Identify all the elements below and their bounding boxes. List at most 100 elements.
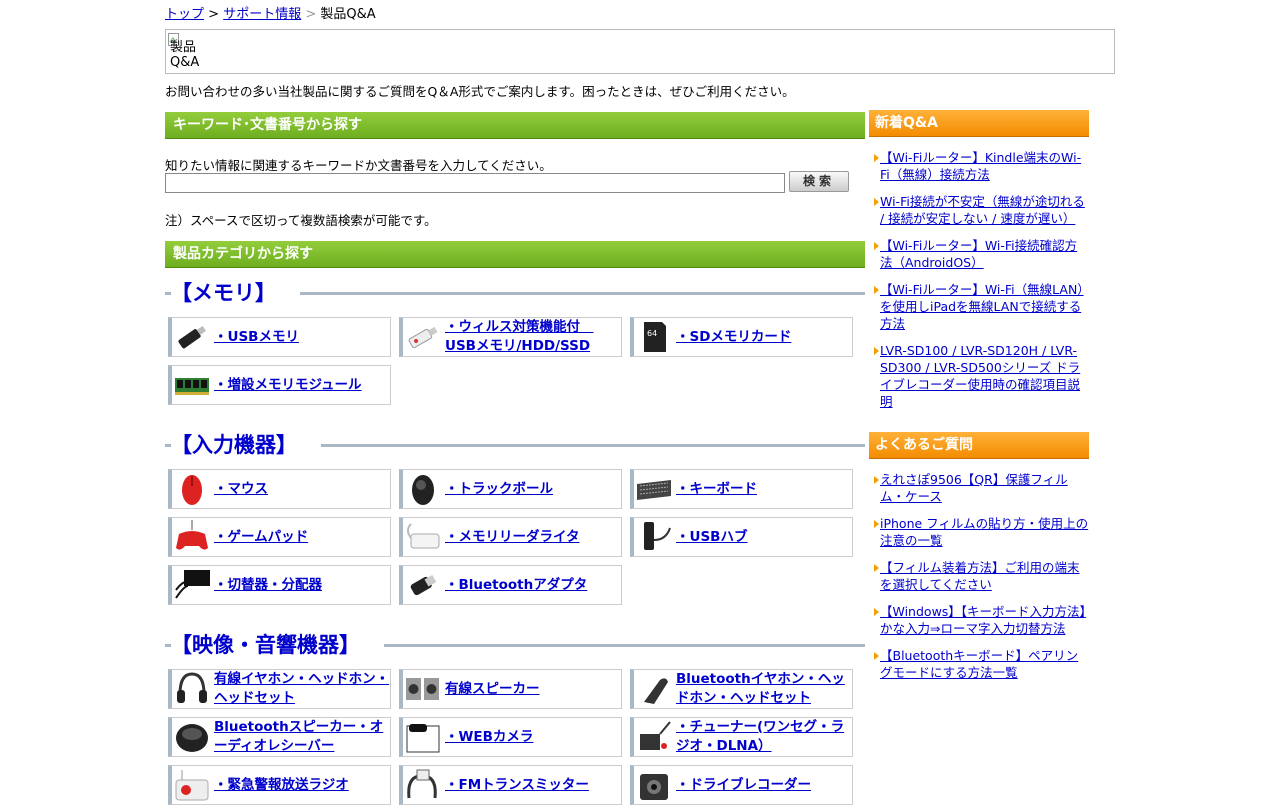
intro-text: お問い合わせの多い当社製品に関するご質問をQ＆A形式でご案内します。困ったときは…: [165, 84, 795, 99]
switcher-icon: [174, 568, 210, 602]
usb-memory-icon: [174, 320, 210, 354]
section-av-devices: 【映像・音響機器】: [165, 630, 865, 660]
new-qa-link[interactable]: Wi-Fi接続が不安定（無線が途切れる / 接続が安定しない / 速度が遅い）: [880, 194, 1085, 226]
page-banner: 製品Q&A: [165, 29, 1115, 74]
category-link[interactable]: ・ドライブレコーダー: [676, 776, 811, 795]
dashcam-icon: [636, 768, 672, 802]
category-link[interactable]: ・Bluetoothアダプタ: [445, 576, 587, 595]
speaker-icon: [405, 672, 441, 706]
category-link[interactable]: ・チューナー(ワンセグ・ラジオ・DLNA）: [676, 718, 854, 756]
category-link[interactable]: ・SDメモリカード: [676, 328, 791, 347]
faq-heading: よくあるご質問: [869, 432, 1089, 459]
category-bluetooth-speaker[interactable]: Bluetoothスピーカー・オーディオレシーバー: [168, 717, 391, 757]
category-webcam[interactable]: ・WEBカメラ: [399, 717, 622, 757]
search-note: 注）スペースで区切って複数語検索が可能です。: [165, 213, 437, 228]
bluetooth-earphone-icon: [636, 672, 672, 706]
category-wired-headphones[interactable]: 有線イヤホン・ヘッドホン・ヘッドセット: [168, 669, 391, 709]
category-wired-speaker[interactable]: 有線スピーカー: [399, 669, 622, 709]
sidebar: 新着Q&A 【Wi-Fiルーター】Kindle端末のWi-Fi（無線）接続方法 …: [869, 110, 1089, 691]
category-tuner[interactable]: ・チューナー(ワンセグ・ラジオ・DLNA）: [630, 717, 853, 757]
category-fm-transmitter[interactable]: ・FMトランスミッター: [399, 765, 622, 805]
svg-text:64: 64: [647, 329, 657, 338]
category-link[interactable]: ・FMトランスミッター: [445, 776, 589, 795]
list-item: えれさぽ9506【QR】保護フィルム・ケース: [874, 471, 1089, 505]
faq-link[interactable]: 【Bluetoothキーボード】ペアリングモードにする方法一覧: [880, 648, 1078, 680]
tuner-icon: [636, 720, 672, 754]
gamepad-icon: [174, 520, 210, 554]
section-memory: 【メモリ】: [165, 278, 865, 308]
breadcrumb-current: 製品Q&A: [320, 7, 376, 22]
section-title: 【メモリ】: [171, 278, 300, 308]
category-bluetooth-earphone[interactable]: Bluetoothイヤホン・ヘッドホン・ヘッドセット: [630, 669, 853, 709]
mouse-icon: [174, 472, 210, 506]
faq-link[interactable]: 【Windows】【キーボード入力方法】かな入力⇒ローマ字入力切替方法: [880, 604, 1086, 636]
category-mouse[interactable]: ・マウス: [168, 469, 391, 509]
trackball-icon: [405, 472, 441, 506]
category-trackball[interactable]: ・トラックボール: [399, 469, 622, 509]
category-link[interactable]: ・マウス: [214, 480, 268, 499]
category-link[interactable]: ・切替器・分配器: [214, 576, 322, 595]
category-memory-module[interactable]: ・増設メモリモジュール: [168, 365, 391, 405]
category-link[interactable]: ・メモリリーダライタ: [445, 528, 579, 547]
new-qa-heading: 新着Q&A: [869, 110, 1089, 137]
category-link[interactable]: ・USBメモリ: [214, 328, 299, 347]
category-link[interactable]: 有線イヤホン・ヘッドホン・ヘッドセット: [214, 670, 392, 708]
category-emergency-radio[interactable]: ・緊急警報放送ラジオ: [168, 765, 391, 805]
list-item: 【Wi-Fiルーター】Wi-Fi接続確認方法（AndroidOS）: [874, 237, 1089, 271]
faq-link[interactable]: 【フィルム装着方法】ご利用の端末を選択してください: [880, 560, 1080, 592]
new-qa-list: 【Wi-Fiルーター】Kindle端末のWi-Fi（無線）接続方法 Wi-Fi接…: [869, 149, 1089, 410]
headphones-icon: [174, 672, 210, 706]
category-link[interactable]: Bluetoothスピーカー・オーディオレシーバー: [214, 718, 392, 756]
list-item: iPhone フィルムの貼り方・使用上の注意の一覧: [874, 515, 1089, 549]
card-reader-icon: [405, 520, 441, 554]
webcam-icon: [405, 720, 441, 754]
category-gamepad[interactable]: ・ゲームパッド: [168, 517, 391, 557]
category-heading: 製品カテゴリから探す: [165, 241, 865, 268]
category-keyboard[interactable]: ・キーボード: [630, 469, 853, 509]
category-link[interactable]: ・緊急警報放送ラジオ: [214, 776, 349, 795]
keyword-search-input[interactable]: [165, 173, 785, 193]
category-antivirus-usb[interactable]: ・ウィルス対策機能付 USBメモリ/HDD/SSD: [399, 317, 622, 357]
category-link[interactable]: ・増設メモリモジュール: [214, 376, 362, 395]
keyword-search-heading: キーワード･文書番号から探す: [165, 112, 865, 139]
fm-transmitter-icon: [405, 768, 441, 802]
list-item: 【フィルム装着方法】ご利用の端末を選択してください: [874, 559, 1089, 593]
keyboard-icon: [636, 472, 672, 506]
faq-link[interactable]: iPhone フィルムの貼り方・使用上の注意の一覧: [880, 516, 1088, 548]
list-item: Wi-Fi接続が不安定（無線が途切れる / 接続が安定しない / 速度が遅い）: [874, 193, 1089, 227]
new-qa-link[interactable]: LVR-SD100 / LVR-SD120H / LVR-SD300 / LVR…: [880, 343, 1080, 409]
category-link[interactable]: ・USBハブ: [676, 528, 747, 547]
faq-list: えれさぽ9506【QR】保護フィルム・ケース iPhone フィルムの貼り方・使…: [869, 471, 1089, 681]
list-item: 【Wi-Fiルーター】Wi-Fi（無線LAN）を使用しiPadを無線LANで接続…: [874, 281, 1089, 332]
usb-hub-icon: [636, 520, 672, 554]
breadcrumb-support-link[interactable]: サポート情報: [223, 7, 301, 22]
category-usb-memory[interactable]: ・USBメモリ: [168, 317, 391, 357]
category-usb-hub[interactable]: ・USBハブ: [630, 517, 853, 557]
category-dashcam[interactable]: ・ドライブレコーダー: [630, 765, 853, 805]
category-link[interactable]: 有線スピーカー: [445, 680, 540, 699]
category-bluetooth-adapter[interactable]: ・Bluetoothアダプタ: [399, 565, 622, 605]
section-title: 【映像・音響機器】: [171, 630, 384, 660]
category-link[interactable]: ・キーボード: [676, 480, 757, 499]
banner-broken-image: 製品Q&A: [168, 33, 199, 70]
category-card-reader[interactable]: ・メモリリーダライタ: [399, 517, 622, 557]
category-link[interactable]: Bluetoothイヤホン・ヘッドホン・ヘッドセット: [676, 670, 854, 708]
breadcrumb-separator: >: [208, 7, 220, 22]
new-qa-link[interactable]: 【Wi-Fiルーター】Wi-Fi（無線LAN）を使用しiPadを無線LANで接続…: [880, 282, 1084, 331]
category-link[interactable]: ・ウィルス対策機能付 USBメモリ/HDD/SSD: [445, 318, 623, 356]
new-qa-link[interactable]: 【Wi-Fiルーター】Kindle端末のWi-Fi（無線）接続方法: [880, 150, 1081, 182]
search-button[interactable]: 検索: [789, 171, 849, 192]
faq-link[interactable]: えれさぽ9506【QR】保護フィルム・ケース: [880, 472, 1068, 504]
category-link[interactable]: ・WEBカメラ: [445, 728, 533, 747]
breadcrumb: トップ > サポート情報 > 製品Q&A: [165, 7, 376, 23]
radio-icon: [174, 768, 210, 802]
category-link[interactable]: ・トラックボール: [445, 480, 553, 499]
list-item: 【Bluetoothキーボード】ペアリングモードにする方法一覧: [874, 647, 1089, 681]
category-switcher[interactable]: ・切替器・分配器: [168, 565, 391, 605]
section-title: 【入力機器】: [171, 430, 321, 460]
category-link[interactable]: ・ゲームパッド: [214, 528, 308, 547]
breadcrumb-top-link[interactable]: トップ: [165, 7, 204, 22]
bluetooth-adapter-icon: [405, 568, 441, 602]
new-qa-link[interactable]: 【Wi-Fiルーター】Wi-Fi接続確認方法（AndroidOS）: [880, 238, 1077, 270]
category-sd-card[interactable]: 64 ・SDメモリカード: [630, 317, 853, 357]
